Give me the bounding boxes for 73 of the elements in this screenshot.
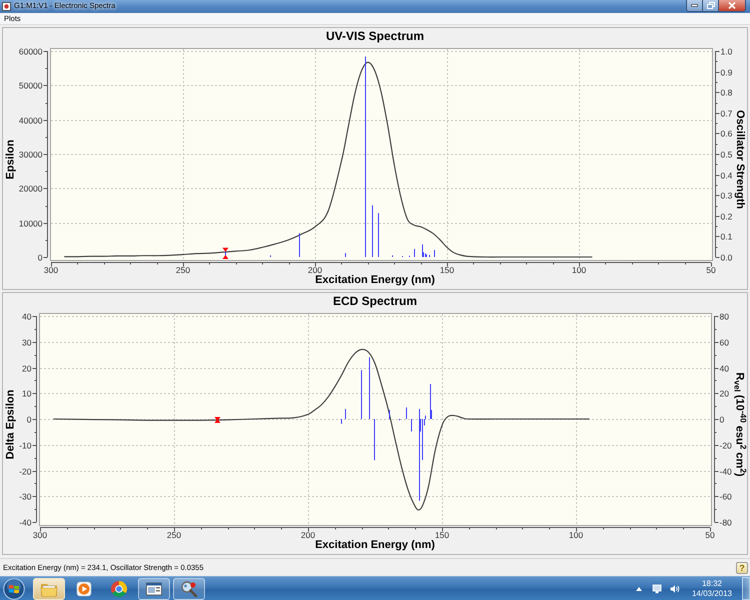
tick-label: 200 <box>300 530 316 539</box>
monitor-icon[interactable] <box>652 584 662 594</box>
clock[interactable]: 18:32 14/03/2013 <box>688 578 736 598</box>
tick-label: 0 <box>720 414 724 424</box>
tick-label: 30 <box>22 338 32 348</box>
circle-logo-icon <box>110 580 128 598</box>
tick-label: 150 <box>434 530 450 539</box>
tick-label: 60 <box>720 338 729 348</box>
tick-label: 200 <box>308 265 322 274</box>
tick-label: 50000 <box>18 80 42 90</box>
tick-label: 0 <box>26 414 32 424</box>
tick-label: 0.8 <box>720 88 732 98</box>
close-button[interactable] <box>719 0 746 12</box>
minimize-icon <box>691 4 698 7</box>
tick-label: 0 <box>38 252 42 262</box>
tick-label: 0.0 <box>720 252 732 262</box>
tick-label: 20 <box>22 364 32 374</box>
tick-label: 10000 <box>18 218 42 228</box>
magnifier-icon <box>180 580 198 598</box>
tick-label: 40 <box>22 312 32 322</box>
tick-label: -80 <box>720 518 732 528</box>
tick-label: 30000 <box>18 150 42 160</box>
tick-label: -40 <box>720 466 732 476</box>
tick-label: -10 <box>19 440 32 450</box>
tick-label: 60000 <box>18 46 42 56</box>
tick-label: -20 <box>19 466 32 476</box>
show-desktop-button[interactable] <box>742 577 750 600</box>
tick-label: 0.2 <box>720 212 732 222</box>
tick-label: 100 <box>572 265 586 274</box>
tick-label: 0.3 <box>720 190 732 200</box>
play-icon <box>75 580 93 598</box>
minimize-button[interactable] <box>686 0 703 12</box>
restore-icon <box>706 2 714 9</box>
start-orb-icon[interactable] <box>3 578 25 600</box>
chart-title: UV-VIS Spectrum <box>326 28 424 45</box>
tick-label: 150 <box>440 265 454 274</box>
tick-label: 250 <box>176 265 190 274</box>
volume-icon[interactable] <box>670 584 680 594</box>
tick-label: -60 <box>720 492 732 502</box>
help-button[interactable]: ? <box>736 562 748 574</box>
tick-label: 20 <box>720 388 729 398</box>
taskbar-button[interactable] <box>33 578 65 600</box>
restore-button[interactable] <box>703 0 719 12</box>
tick-label: 40000 <box>18 116 42 126</box>
tick-label: 0.4 <box>720 170 732 180</box>
tick-label: 0.7 <box>720 108 732 118</box>
window-icon <box>145 580 163 598</box>
y-axis-title: Delta Epsilon <box>4 390 17 460</box>
tick-label: 0.6 <box>720 128 732 138</box>
y-axis-title: Epsilon <box>4 140 17 180</box>
tick-label: -20 <box>720 440 732 450</box>
y-axis-title: Oscillator Strength <box>733 110 746 210</box>
tick-label: 0.5 <box>720 150 732 160</box>
x-axis-title: Excitation Energy (nm) <box>315 274 435 288</box>
x-axis-title: Excitation Energy (nm) <box>315 539 435 553</box>
tick-label: 20000 <box>18 184 42 194</box>
tick-label: 300 <box>44 265 58 274</box>
tick-label: 80 <box>720 312 729 322</box>
tick-label: 50 <box>706 265 716 274</box>
tick-label: 100 <box>568 530 584 539</box>
tick-label: 40 <box>720 364 729 374</box>
tick-label: -30 <box>19 492 32 502</box>
tick-label: 50 <box>705 530 715 539</box>
tick-label: 250 <box>166 530 182 539</box>
tick-label: 1.0 <box>720 46 732 56</box>
tick-label: -40 <box>19 518 32 528</box>
close-icon <box>728 2 736 9</box>
chart-title: ECD Spectrum <box>332 293 418 310</box>
tick-label: 300 <box>32 530 48 539</box>
tick-label: 10 <box>22 388 32 398</box>
tick-label: 0.1 <box>720 232 732 242</box>
tick-label: 0.9 <box>720 68 732 78</box>
app-icon <box>2 2 11 11</box>
